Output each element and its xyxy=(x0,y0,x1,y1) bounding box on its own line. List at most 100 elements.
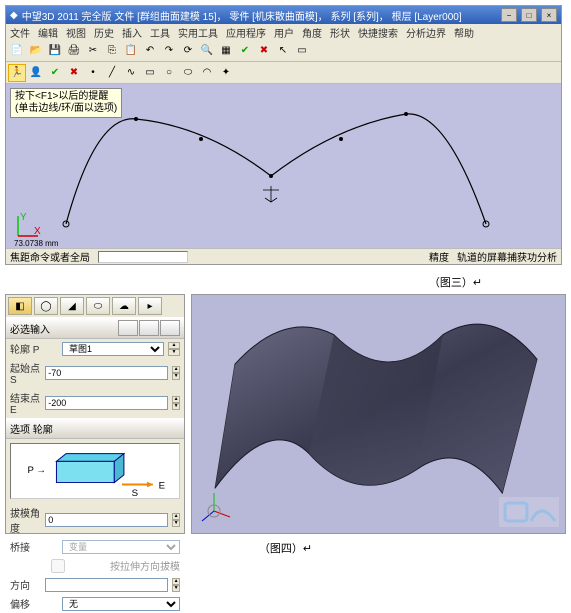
profile-label: 轮廓 P xyxy=(10,341,58,356)
svg-text:X: X xyxy=(34,226,41,237)
start-label: 起始点 S xyxy=(10,360,41,386)
status-left: 焦距命令或者全局 xyxy=(10,249,90,264)
minimize-button[interactable]: − xyxy=(501,8,517,22)
drawing-canvas[interactable]: 按下<F1>以后的提醒 (单击边线/环/面以选项) Y X 73.0738 mm xyxy=(6,84,561,248)
sketch-ok-icon[interactable]: ✔ xyxy=(46,64,64,82)
preset1-icon[interactable] xyxy=(118,320,138,336)
axis-indicator-icon: Y X xyxy=(14,212,42,240)
sketch-arc-icon[interactable]: ◠ xyxy=(198,64,216,82)
menu-insert[interactable]: 插入 xyxy=(122,25,142,40)
titlebar: ◆ 中望3D 2011 完全版 文件 [群组曲面建模 15]， 零件 [机床散曲… xyxy=(6,6,561,24)
tab-shell-icon[interactable]: ⬭ xyxy=(86,297,110,315)
menu-history[interactable]: 历史 xyxy=(94,25,114,40)
sketch-run-icon[interactable]: 🏃 xyxy=(8,64,26,82)
status-right: 轨道的屏幕捕获功分析 xyxy=(457,249,557,264)
sketch-rect-icon[interactable]: ▭ xyxy=(141,64,159,82)
menu-shape[interactable]: 形状 xyxy=(330,25,350,40)
tool-undo-icon[interactable]: ↶ xyxy=(141,42,159,60)
dimension-readout: 73.0738 mm xyxy=(14,239,58,248)
sketch-cancel-icon[interactable]: ✖ xyxy=(65,64,83,82)
sketch-star-icon[interactable]: ✦ xyxy=(217,64,235,82)
svg-text:S: S xyxy=(132,488,138,498)
sketch-ellipse-icon[interactable]: ⬭ xyxy=(179,64,197,82)
angle-input[interactable] xyxy=(45,513,168,527)
toolbar-1: 📄 📂 💾 🖨 ✂ ⎘ 📋 ↶ ↷ ⟳ 🔍 ▦ ✔ ✖ ↖ ▭ xyxy=(6,40,561,62)
command-input[interactable] xyxy=(98,251,188,263)
offset-label: 偏移 xyxy=(10,596,58,611)
direction-label: 方向 xyxy=(10,577,41,592)
preset3-icon[interactable] xyxy=(160,320,180,336)
menu-quick[interactable]: 快捷搜索 xyxy=(358,25,398,40)
menu-angle[interactable]: 角度 xyxy=(302,25,322,40)
sketch-profile-icon[interactable]: 👤 xyxy=(27,64,45,82)
statusbar: 焦距命令或者全局 精度 轨道的屏幕捕获功分析 xyxy=(6,248,561,264)
angle-label: 拔模角度 xyxy=(10,505,41,535)
offset-select[interactable]: 无 xyxy=(62,597,180,611)
profile-select[interactable]: 草图1 xyxy=(62,342,164,356)
svg-text:E: E xyxy=(159,480,165,491)
tool-open-icon[interactable]: 📂 xyxy=(27,42,45,60)
sketch-line-icon[interactable]: ╱ xyxy=(103,64,121,82)
maximize-button[interactable]: □ xyxy=(521,8,537,22)
tool-zoom-icon[interactable]: 🔍 xyxy=(198,42,216,60)
tab-surface-icon[interactable]: ◢ xyxy=(60,297,84,315)
tool-mode-icon[interactable]: ▭ xyxy=(293,42,311,60)
tool-redo-icon[interactable]: ↷ xyxy=(160,42,178,60)
tab-more-icon[interactable]: ▸ xyxy=(138,297,162,315)
angle-spinner[interactable]: ▲▼ xyxy=(172,513,180,527)
menu-util[interactable]: 实用工具 xyxy=(178,25,218,40)
tool-check-icon[interactable]: ✔ xyxy=(236,42,254,60)
tab-cylinder-icon[interactable]: ◯ xyxy=(34,297,58,315)
tool-copy-icon[interactable]: ⎘ xyxy=(103,42,121,60)
profile-spinner[interactable]: ▲▼ xyxy=(168,342,180,356)
tool-grid-icon[interactable]: ▦ xyxy=(217,42,235,60)
tool-save-icon[interactable]: 💾 xyxy=(46,42,64,60)
menu-help[interactable]: 帮助 xyxy=(454,25,474,40)
toolbar-2: 🏃 👤 ✔ ✖ • ╱ ∿ ▭ ○ ⬭ ◠ ✦ xyxy=(6,62,561,84)
tool-new-icon[interactable]: 📄 xyxy=(8,42,26,60)
extrude-preview: P → E S xyxy=(10,443,180,499)
close-button[interactable]: × xyxy=(541,8,557,22)
section-required-label: 必选输入 xyxy=(10,321,50,336)
preset2-icon[interactable] xyxy=(139,320,159,336)
start-input[interactable] xyxy=(45,366,168,380)
cad-main-window: ◆ 中望3D 2011 完全版 文件 [群组曲面建模 15]， 零件 [机床散曲… xyxy=(5,5,562,265)
section-options-label: 选项 轮廓 xyxy=(10,421,53,436)
tab-box-icon[interactable]: ◧ xyxy=(8,297,32,315)
tool-cut-icon[interactable]: ✂ xyxy=(84,42,102,60)
watermark-icon xyxy=(499,497,559,527)
menubar: 文件 编辑 视图 历史 插入 工具 实用工具 应用程序 用户 角度 形状 快捷搜… xyxy=(6,24,561,40)
app-icon: ◆ xyxy=(10,10,18,21)
menu-analyze[interactable]: 分析边界 xyxy=(406,25,446,40)
start-spinner[interactable]: ▲▼ xyxy=(172,366,180,380)
window-title: 中望3D 2011 完全版 文件 [群组曲面建模 15]， 零件 [机床散曲面模… xyxy=(22,8,462,23)
end-spinner[interactable]: ▲▼ xyxy=(172,396,180,410)
viewport-3d[interactable] xyxy=(191,294,566,534)
sketch-circle-icon[interactable]: ○ xyxy=(160,64,178,82)
draft-dir-checkbox xyxy=(10,559,106,573)
bridge-label: 桥接 xyxy=(10,539,58,554)
menu-app[interactable]: 应用程序 xyxy=(226,25,266,40)
menu-view[interactable]: 视图 xyxy=(66,25,86,40)
draft-dir-label: 按拉伸方向拔模 xyxy=(110,558,180,573)
tool-refresh-icon[interactable]: ⟳ xyxy=(179,42,197,60)
menu-tools[interactable]: 工具 xyxy=(150,25,170,40)
tool-paste-icon[interactable]: 📋 xyxy=(122,42,140,60)
status-mid: 精度 xyxy=(429,249,449,264)
tab-cloud-icon[interactable]: ☁ xyxy=(112,297,136,315)
menu-user[interactable]: 用户 xyxy=(274,25,294,40)
tool-print-icon[interactable]: 🖨 xyxy=(65,42,83,60)
sketch-spline-icon[interactable]: ∿ xyxy=(122,64,140,82)
sketch-point-icon[interactable]: • xyxy=(84,64,102,82)
spline-curve xyxy=(6,84,546,248)
direction-spinner[interactable]: ▲▼ xyxy=(172,578,180,592)
menu-edit[interactable]: 编辑 xyxy=(38,25,58,40)
menu-file[interactable]: 文件 xyxy=(10,25,30,40)
properties-panel: ◧ ◯ ◢ ⬭ ☁ ▸ 必选输入 轮廓 P 草图1 ▲▼ 起始点 S ▲▼ 结束 xyxy=(5,294,185,534)
tool-cancel-icon[interactable]: ✖ xyxy=(255,42,273,60)
svg-text:Y: Y xyxy=(20,212,27,223)
tool-cursor-icon[interactable]: ↖ xyxy=(274,42,292,60)
end-input[interactable] xyxy=(45,396,168,410)
svg-text:P →: P → xyxy=(28,465,47,476)
direction-input[interactable] xyxy=(45,578,168,592)
